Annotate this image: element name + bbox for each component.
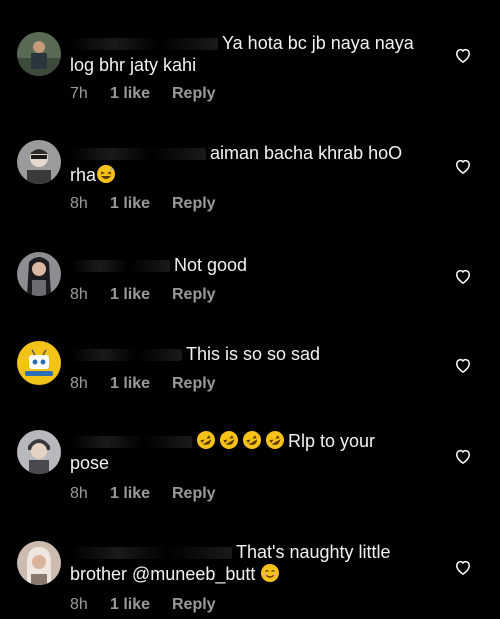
- rolling-on-floor-laughing-emoji: [242, 430, 262, 450]
- comment-timestamp: 8h: [70, 375, 88, 392]
- comment-timestamp: 7h: [70, 85, 88, 102]
- comment-text: This is so so sad: [70, 343, 430, 365]
- username-redacted[interactable]: [70, 38, 218, 51]
- comment-timestamp: 8h: [70, 286, 88, 303]
- reply-button[interactable]: Reply: [172, 85, 216, 103]
- likes-count[interactable]: 1 like: [110, 85, 172, 103]
- rolling-on-floor-laughing-emoji: [196, 430, 216, 450]
- avatar[interactable]: [17, 32, 61, 76]
- avatar[interactable]: [17, 252, 61, 296]
- heart-icon[interactable]: [453, 45, 473, 65]
- username-redacted[interactable]: [70, 547, 232, 560]
- likes-count[interactable]: 1 like: [110, 596, 172, 614]
- username-redacted[interactable]: [70, 260, 170, 273]
- comment-text: Not good: [70, 254, 430, 276]
- avatar[interactable]: [17, 541, 61, 585]
- likes-count[interactable]: 1 like: [110, 195, 172, 213]
- likes-count[interactable]: 1 like: [110, 286, 172, 304]
- username-redacted[interactable]: [70, 148, 206, 161]
- reply-button[interactable]: Reply: [172, 195, 216, 213]
- reply-button[interactable]: Reply: [172, 485, 216, 503]
- username-redacted[interactable]: [70, 436, 192, 449]
- comment-timestamp: 8h: [70, 485, 88, 502]
- avatar[interactable]: [17, 140, 61, 184]
- comment-meta: 8h 1 like Reply: [70, 286, 216, 304]
- heart-icon[interactable]: [453, 446, 473, 466]
- heart-icon[interactable]: [453, 266, 473, 286]
- comment-timestamp: 8h: [70, 195, 88, 212]
- heart-icon[interactable]: [453, 355, 473, 375]
- reply-button[interactable]: Reply: [172, 286, 216, 304]
- heart-icon[interactable]: [453, 557, 473, 577]
- likes-count[interactable]: 1 like: [110, 485, 172, 503]
- comment-meta: 8h 1 like Reply: [70, 596, 216, 614]
- heart-icon[interactable]: [453, 156, 473, 176]
- comment-meta: 8h 1 like Reply: [70, 375, 216, 393]
- comment-timestamp: 8h: [70, 596, 88, 613]
- username-redacted[interactable]: [70, 349, 182, 362]
- comment-meta: 7h 1 like Reply: [70, 85, 216, 103]
- comment-text: That's naughty little brother @muneeb_bu…: [70, 542, 391, 584]
- comment-text: aiman bacha khrab hoO rha: [70, 143, 403, 185]
- grinning-squint-sweat-emoji: [96, 164, 116, 184]
- comment-text: Ya hota bc jb naya naya log bhr jaty kah…: [70, 33, 414, 75]
- reply-button[interactable]: Reply: [172, 375, 216, 393]
- rolling-on-floor-laughing-emoji: [265, 430, 285, 450]
- avatar[interactable]: [17, 430, 61, 474]
- likes-count[interactable]: 1 like: [110, 375, 172, 393]
- smiling-face-emoji: [260, 563, 280, 583]
- comment-meta: 8h 1 like Reply: [70, 485, 216, 503]
- comment-meta: 8h 1 like Reply: [70, 195, 216, 213]
- comment-text: Rlp to your pose: [70, 430, 430, 474]
- reply-button[interactable]: Reply: [172, 596, 216, 614]
- avatar[interactable]: [17, 341, 61, 385]
- rolling-on-floor-laughing-emoji: [219, 430, 239, 450]
